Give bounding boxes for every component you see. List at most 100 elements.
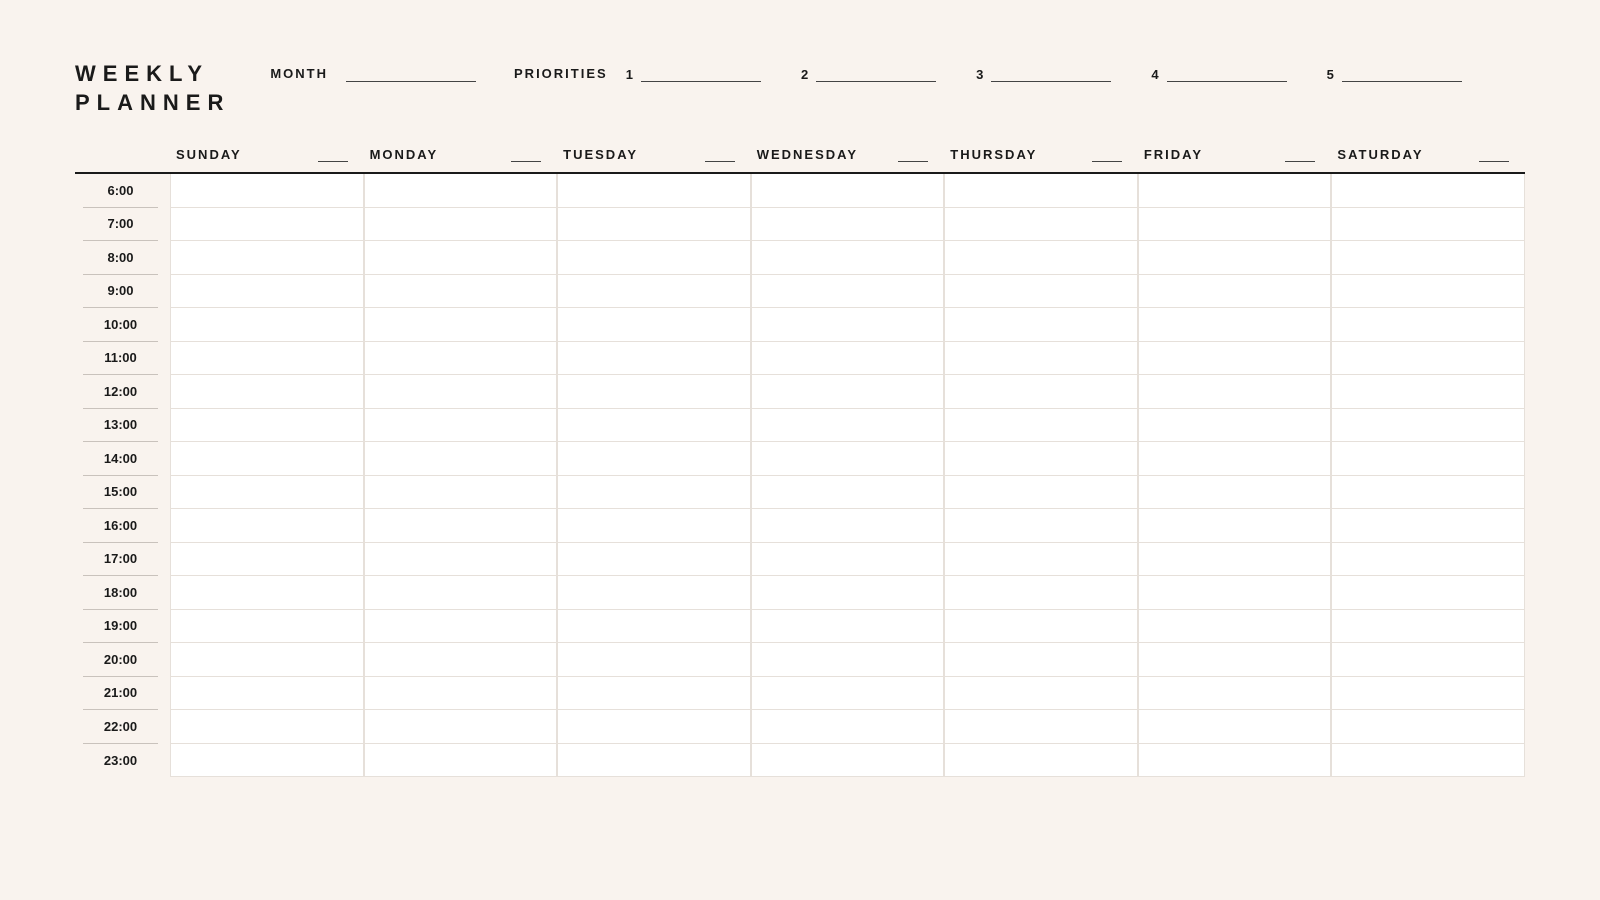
planner-cell[interactable] (170, 174, 364, 208)
planner-cell[interactable] (751, 744, 945, 778)
planner-cell[interactable] (1138, 342, 1332, 376)
planner-cell[interactable] (364, 342, 558, 376)
planner-cell[interactable] (751, 375, 945, 409)
planner-cell[interactable] (944, 442, 1138, 476)
priority-input[interactable] (991, 64, 1111, 82)
planner-cell[interactable] (170, 509, 364, 543)
planner-cell[interactable] (364, 174, 558, 208)
planner-cell[interactable] (557, 308, 751, 342)
planner-cell[interactable] (364, 442, 558, 476)
planner-cell[interactable] (1138, 576, 1332, 610)
planner-cell[interactable] (364, 610, 558, 644)
planner-cell[interactable] (944, 677, 1138, 711)
planner-cell[interactable] (364, 375, 558, 409)
day-date-input[interactable] (898, 148, 928, 162)
planner-cell[interactable] (1331, 744, 1525, 778)
planner-cell[interactable] (751, 710, 945, 744)
planner-cell[interactable] (944, 241, 1138, 275)
planner-cell[interactable] (364, 275, 558, 309)
planner-cell[interactable] (944, 476, 1138, 510)
planner-cell[interactable] (751, 241, 945, 275)
planner-cell[interactable] (364, 643, 558, 677)
planner-cell[interactable] (944, 509, 1138, 543)
day-date-input[interactable] (1285, 148, 1315, 162)
planner-cell[interactable] (170, 677, 364, 711)
planner-cell[interactable] (1138, 241, 1332, 275)
planner-cell[interactable] (170, 610, 364, 644)
planner-cell[interactable] (1331, 710, 1525, 744)
planner-cell[interactable] (751, 174, 945, 208)
planner-cell[interactable] (557, 409, 751, 443)
planner-cell[interactable] (170, 275, 364, 309)
planner-cell[interactable] (944, 208, 1138, 242)
planner-cell[interactable] (1138, 744, 1332, 778)
planner-cell[interactable] (557, 710, 751, 744)
planner-cell[interactable] (1138, 643, 1332, 677)
planner-cell[interactable] (1138, 275, 1332, 309)
planner-cell[interactable] (751, 342, 945, 376)
day-date-input[interactable] (705, 148, 735, 162)
day-date-input[interactable] (1092, 148, 1122, 162)
planner-cell[interactable] (170, 476, 364, 510)
planner-cell[interactable] (1331, 643, 1525, 677)
planner-cell[interactable] (1138, 308, 1332, 342)
planner-cell[interactable] (557, 744, 751, 778)
day-date-input[interactable] (511, 148, 541, 162)
priority-input[interactable] (816, 64, 936, 82)
planner-cell[interactable] (944, 710, 1138, 744)
planner-cell[interactable] (1138, 375, 1332, 409)
planner-cell[interactable] (557, 610, 751, 644)
planner-cell[interactable] (1331, 241, 1525, 275)
planner-cell[interactable] (170, 241, 364, 275)
planner-cell[interactable] (1138, 208, 1332, 242)
planner-cell[interactable] (557, 241, 751, 275)
planner-cell[interactable] (364, 208, 558, 242)
planner-cell[interactable] (751, 576, 945, 610)
planner-cell[interactable] (751, 275, 945, 309)
planner-cell[interactable] (1331, 308, 1525, 342)
planner-cell[interactable] (557, 442, 751, 476)
planner-cell[interactable] (1138, 442, 1332, 476)
planner-cell[interactable] (364, 744, 558, 778)
planner-cell[interactable] (751, 610, 945, 644)
planner-cell[interactable] (944, 275, 1138, 309)
planner-cell[interactable] (1331, 342, 1525, 376)
planner-cell[interactable] (751, 509, 945, 543)
planner-cell[interactable] (557, 208, 751, 242)
planner-cell[interactable] (170, 543, 364, 577)
planner-cell[interactable] (1138, 677, 1332, 711)
planner-cell[interactable] (944, 409, 1138, 443)
planner-cell[interactable] (1331, 409, 1525, 443)
planner-cell[interactable] (944, 342, 1138, 376)
planner-cell[interactable] (1138, 174, 1332, 208)
planner-cell[interactable] (170, 208, 364, 242)
planner-cell[interactable] (364, 509, 558, 543)
planner-cell[interactable] (1331, 543, 1525, 577)
planner-cell[interactable] (557, 576, 751, 610)
planner-cell[interactable] (944, 643, 1138, 677)
planner-cell[interactable] (557, 476, 751, 510)
planner-cell[interactable] (557, 342, 751, 376)
planner-cell[interactable] (557, 375, 751, 409)
planner-cell[interactable] (364, 476, 558, 510)
planner-cell[interactable] (1331, 174, 1525, 208)
planner-cell[interactable] (557, 643, 751, 677)
planner-cell[interactable] (557, 174, 751, 208)
planner-cell[interactable] (170, 744, 364, 778)
planner-cell[interactable] (1331, 442, 1525, 476)
planner-cell[interactable] (170, 342, 364, 376)
planner-cell[interactable] (1138, 543, 1332, 577)
planner-cell[interactable] (1331, 375, 1525, 409)
priority-input[interactable] (641, 64, 761, 82)
planner-cell[interactable] (170, 576, 364, 610)
planner-cell[interactable] (944, 576, 1138, 610)
planner-cell[interactable] (1138, 409, 1332, 443)
priority-input[interactable] (1342, 64, 1462, 82)
planner-cell[interactable] (944, 543, 1138, 577)
planner-cell[interactable] (364, 576, 558, 610)
planner-cell[interactable] (1331, 509, 1525, 543)
planner-cell[interactable] (1138, 509, 1332, 543)
planner-cell[interactable] (751, 476, 945, 510)
planner-cell[interactable] (1138, 710, 1332, 744)
planner-cell[interactable] (1138, 476, 1332, 510)
